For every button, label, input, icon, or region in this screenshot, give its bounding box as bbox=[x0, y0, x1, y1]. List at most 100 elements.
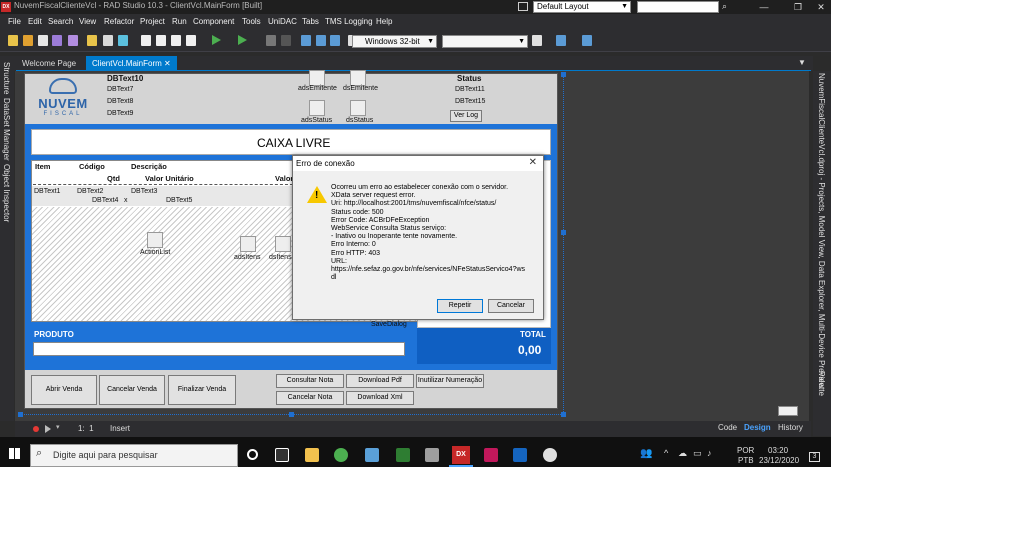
config-select[interactable]: ▼ bbox=[442, 35, 528, 48]
open-icon[interactable] bbox=[23, 35, 33, 46]
horizontal-scrollbar[interactable] bbox=[778, 406, 798, 416]
tray-chevron-icon[interactable]: ^ bbox=[664, 448, 668, 458]
network-app-icon[interactable] bbox=[396, 448, 410, 462]
menu-view[interactable]: View bbox=[79, 17, 96, 26]
pause-icon[interactable] bbox=[266, 35, 276, 46]
macro-dropdown-icon[interactable]: ▾ bbox=[56, 423, 60, 431]
menu-help[interactable]: Help bbox=[376, 17, 392, 26]
stop-icon[interactable] bbox=[281, 35, 291, 46]
minimize-button[interactable]: — bbox=[747, 0, 781, 14]
code-view-tab[interactable]: Code bbox=[718, 423, 737, 432]
produto-input[interactable] bbox=[33, 342, 405, 356]
save-all-icon[interactable] bbox=[68, 35, 78, 46]
maximize-button[interactable]: ❐ bbox=[781, 0, 815, 14]
menu-project[interactable]: Project bbox=[140, 17, 165, 26]
people-icon[interactable]: 👥 bbox=[640, 448, 652, 459]
step-over-icon[interactable] bbox=[316, 35, 326, 46]
retry-button[interactable]: Repetir bbox=[437, 299, 483, 313]
volume-icon[interactable]: ♪ bbox=[707, 448, 712, 458]
dataset-component-icon[interactable] bbox=[309, 70, 325, 86]
palette-tab[interactable]: Palette bbox=[817, 371, 826, 396]
close-icon[interactable]: ✕ bbox=[164, 59, 171, 68]
cortana-icon[interactable] bbox=[247, 449, 258, 460]
design-view-tab[interactable]: Design bbox=[744, 423, 771, 432]
close-button[interactable]: ✕ bbox=[811, 0, 831, 14]
abrir-venda-button[interactable]: Abrir Venda bbox=[31, 375, 97, 405]
run-icon[interactable] bbox=[212, 35, 221, 45]
tab-welcome-page[interactable]: Welcome Page bbox=[16, 56, 82, 71]
play-macro-icon[interactable] bbox=[45, 425, 51, 433]
notification-icon[interactable]: 3 bbox=[809, 452, 820, 462]
datasource-component-icon[interactable] bbox=[275, 236, 291, 252]
tab-list-chevron-icon[interactable]: ▼ bbox=[798, 58, 806, 67]
download-pdf-button[interactable]: Download Pdf bbox=[346, 374, 414, 388]
save-icon[interactable] bbox=[52, 35, 62, 46]
calculator-icon[interactable] bbox=[425, 448, 439, 462]
lang-label[interactable]: POR bbox=[737, 446, 754, 455]
history-view-tab[interactable]: History bbox=[778, 423, 803, 432]
menu-file[interactable]: File bbox=[8, 17, 21, 26]
new-icon[interactable] bbox=[8, 35, 18, 46]
task-view-icon[interactable] bbox=[275, 448, 289, 462]
tab-clientvcl-mainform[interactable]: ClientVcl.MainForm ✕ bbox=[86, 56, 177, 71]
rad-studio-taskbar-icon[interactable]: DX bbox=[452, 446, 470, 464]
new-form-icon[interactable] bbox=[186, 35, 196, 46]
datasource-component-icon[interactable] bbox=[350, 70, 366, 86]
view-unit-icon[interactable] bbox=[156, 35, 166, 46]
monitor-icon[interactable] bbox=[518, 2, 528, 11]
object-inspector-tab[interactable]: Object Inspector bbox=[2, 164, 11, 222]
windows-start-icon[interactable] bbox=[9, 448, 20, 459]
ide-search-input[interactable] bbox=[637, 1, 719, 13]
file-explorer-icon[interactable] bbox=[305, 448, 319, 462]
view-form-icon[interactable] bbox=[171, 35, 181, 46]
cancelar-venda-button[interactable]: Cancelar Venda bbox=[99, 375, 165, 405]
reopen-icon[interactable] bbox=[38, 35, 48, 46]
layout-select[interactable]: Default Layout ▼ bbox=[533, 1, 631, 13]
add-file-icon[interactable] bbox=[103, 35, 113, 46]
dataset-component-icon[interactable] bbox=[240, 236, 256, 252]
menu-refactor[interactable]: Refactor bbox=[104, 17, 134, 26]
action-list-icon[interactable] bbox=[147, 232, 163, 248]
platform-select[interactable]: Windows 32-bit ▼ bbox=[352, 35, 437, 48]
record-icon[interactable] bbox=[33, 426, 39, 432]
menu-edit[interactable]: Edit bbox=[28, 17, 42, 26]
menu-unidac[interactable]: UniDAC bbox=[268, 17, 297, 26]
cancelar-nota-button[interactable]: Cancelar Nota bbox=[276, 391, 344, 405]
step-out-icon[interactable] bbox=[330, 35, 340, 46]
app-br-icon[interactable] bbox=[484, 448, 498, 462]
chrome-icon[interactable] bbox=[334, 448, 348, 462]
clock-date[interactable]: 23/12/2020 bbox=[759, 456, 799, 465]
taskbar-search-input[interactable]: Digite aqui para pesquisar bbox=[30, 444, 238, 467]
cloud-app-icon[interactable] bbox=[543, 448, 557, 462]
download-xml-button[interactable]: Download Xml bbox=[346, 391, 414, 405]
menu-component[interactable]: Component bbox=[193, 17, 234, 26]
menu-tms-logging[interactable]: TMS Logging bbox=[325, 17, 373, 26]
onedrive-icon[interactable]: ☁ bbox=[678, 448, 687, 459]
close-icon[interactable]: ✕ bbox=[529, 157, 537, 168]
cancel-button[interactable]: Cancelar bbox=[488, 299, 534, 313]
clock-time[interactable]: 03:20 bbox=[768, 446, 788, 455]
ver-log-button[interactable]: Ver Log bbox=[450, 110, 482, 122]
structure-tab[interactable]: Structure bbox=[2, 62, 11, 94]
dataset-manager-tab[interactable]: DataSet Manager bbox=[2, 98, 11, 161]
projects-tab[interactable]: NuvemFiscalClienteVcl.dproj - Projects, … bbox=[817, 73, 826, 389]
consultar-nota-button[interactable]: Consultar Nota bbox=[276, 374, 344, 388]
finalizar-venda-button[interactable]: Finalizar Venda bbox=[168, 375, 236, 405]
menu-tabs[interactable]: Tabs bbox=[302, 17, 319, 26]
open-project-icon[interactable] bbox=[87, 35, 97, 46]
run-without-debug-icon[interactable] bbox=[238, 35, 247, 45]
menu-run[interactable]: Run bbox=[172, 17, 187, 26]
inutilizar-numeracao-button[interactable]: Inutilizar Numeração bbox=[416, 374, 484, 388]
network-icon[interactable]: ▭ bbox=[693, 448, 702, 459]
search-icon[interactable]: ⌕ bbox=[722, 1, 732, 12]
toggle-form-icon[interactable] bbox=[141, 35, 151, 46]
remove-file-icon[interactable] bbox=[118, 35, 128, 46]
menu-tools[interactable]: Tools bbox=[242, 17, 261, 26]
datasource-component-icon[interactable] bbox=[350, 100, 366, 116]
back-icon[interactable] bbox=[556, 35, 566, 46]
lang-layout-label[interactable]: PTB bbox=[738, 456, 754, 465]
step-into-icon[interactable] bbox=[301, 35, 311, 46]
sticky-app-icon[interactable] bbox=[365, 448, 379, 462]
device-icon[interactable] bbox=[532, 35, 542, 46]
dataset-component-icon[interactable] bbox=[309, 100, 325, 116]
